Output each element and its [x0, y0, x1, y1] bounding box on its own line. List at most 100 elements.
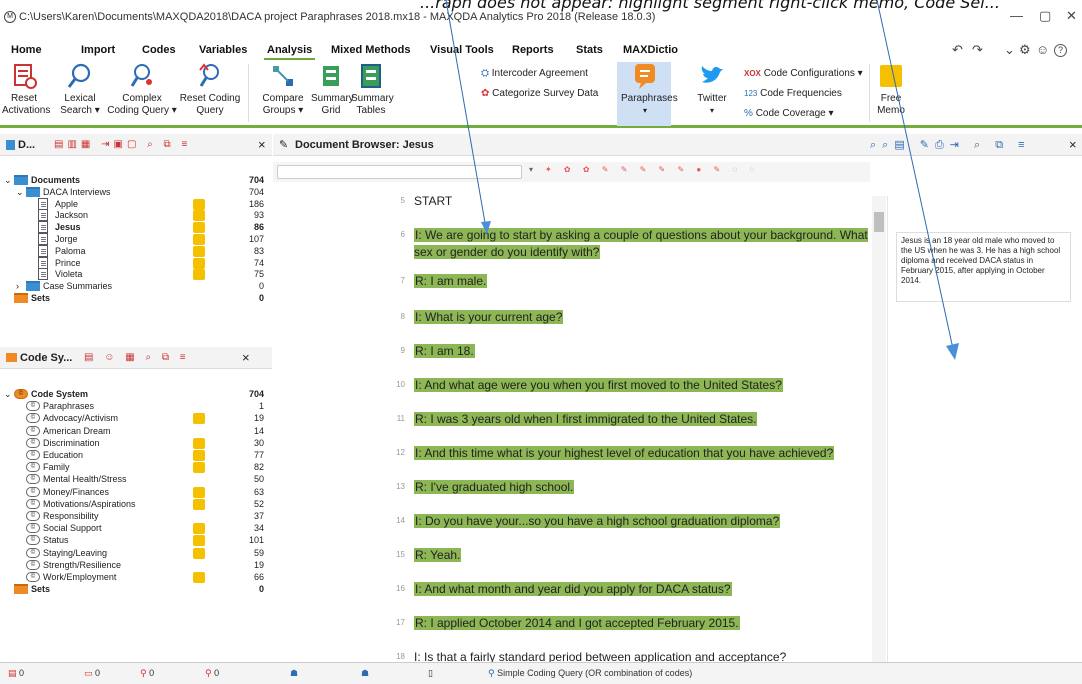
code-row[interactable]: © Advocacy/Activism 19: [0, 412, 272, 425]
paragraph-row[interactable]: 10 I: And what age were you when you firs…: [273, 374, 870, 408]
summary-grid-button[interactable]: Summary Grid: [311, 62, 354, 117]
highlighted-segment[interactable]: I: Do you have your...so you have a high…: [414, 514, 781, 528]
highlighted-segment[interactable]: R: I applied October 2014 and I got acce…: [414, 616, 740, 630]
highlighted-segment[interactable]: I: What is your current age?: [414, 310, 564, 324]
close-icon[interactable]: ×: [1069, 137, 1077, 152]
intercoder-agreement-button[interactable]: ⛭ Intercoder Agreement: [481, 68, 588, 79]
highlighted-segment[interactable]: R: I am male.: [414, 274, 488, 288]
compare-groups-button[interactable]: Compare Groups ▾: [255, 62, 311, 117]
close-icon[interactable]: ×: [242, 350, 250, 365]
summary-tables-button[interactable]: Summary Tables: [351, 62, 394, 117]
highlighted-segment[interactable]: R: I was 3 years old when I first immigr…: [414, 412, 758, 426]
paragraph-row[interactable]: 16 I: And what month and year did you app…: [273, 578, 870, 612]
twitter-button[interactable]: Twitter ▾: [691, 62, 733, 117]
paragraph-row[interactable]: 9 R: I am 18.: [273, 340, 870, 374]
redo-icon[interactable]: ↷: [972, 42, 983, 58]
menu-visual-tools[interactable]: Visual Tools: [430, 44, 494, 56]
document-text-area[interactable]: 5 START 6 I: We are going to start by askin…: [273, 190, 870, 664]
code-row[interactable]: © Work/Employment 66: [0, 571, 272, 584]
paragraph-row[interactable]: 8 I: What is your current age?: [273, 306, 870, 340]
highlighted-segment[interactable]: I: And what age were you when you first …: [414, 378, 783, 392]
code-row[interactable]: © Paraphrases 1: [0, 400, 272, 413]
menu-stats[interactable]: Stats: [576, 44, 603, 56]
paraphrases-button[interactable]: Paraphrases ▾: [621, 62, 678, 117]
code-dropdown[interactable]: [277, 165, 522, 179]
lexical-search-button[interactable]: Lexical Search ▾: [58, 62, 102, 117]
reset-activations-button[interactable]: Reset Activations: [2, 62, 50, 117]
menu-reports[interactable]: Reports: [512, 44, 554, 56]
code-row[interactable]: © Discrimination 30: [0, 437, 272, 450]
code-row[interactable]: © Strength/Resilience 19: [0, 559, 272, 572]
expand-chevron-icon[interactable]: ⌄: [4, 389, 12, 400]
panel-toolbar-icons[interactable]: ▤▥▦ ⇥▣▢ ⌕ ⧉ ≡: [54, 139, 191, 150]
color-tag: [193, 450, 205, 461]
panel-toolbar-icons[interactable]: ▤ ☺ ▦ ⌕ ⧉ ≡: [84, 352, 190, 363]
code-row[interactable]: © Money/Finances 63: [0, 486, 272, 499]
menu-variables[interactable]: Variables: [199, 44, 247, 56]
menu-home[interactable]: Home: [11, 44, 42, 56]
browser-toolbar-icons[interactable]: ⌕⌕▤ ✎⎙⇥ ⌕ ⧉ ≡: [870, 138, 1031, 152]
menu-analysis[interactable]: Analysis: [263, 44, 316, 60]
code-row[interactable]: © Mental Health/Stress 50: [0, 473, 272, 486]
undo-icon[interactable]: ↶: [952, 42, 963, 58]
code-frequencies-button[interactable]: 123 Code Frequencies: [744, 88, 842, 99]
paragraph-row[interactable]: 15 R: Yeah.: [273, 544, 870, 578]
highlighted-segment[interactable]: R: I am 18.: [414, 344, 475, 358]
code-row[interactable]: © American Dream 14: [0, 425, 272, 438]
paragraph-row[interactable]: 14 I: Do you have your...so you have a hi…: [273, 510, 870, 544]
code-row[interactable]: ⌄ © Code System 704: [0, 388, 272, 401]
minimize-button[interactable]: —: [1010, 8, 1023, 23]
paragraph-row[interactable]: 12 I: And this time what is your highest …: [273, 442, 870, 476]
code-row[interactable]: © Staying/Leaving 59: [0, 547, 272, 560]
close-button[interactable]: ✕: [1066, 8, 1077, 24]
paragraph-row[interactable]: 6 I: We are going to start by asking a co…: [273, 224, 870, 259]
code-row[interactable]: © Status 101: [0, 534, 272, 547]
highlighted-segment[interactable]: I: We are going to start by asking a cou…: [414, 228, 868, 259]
categorize-survey-data-button[interactable]: ✿ Categorize Survey Data: [481, 88, 598, 99]
expand-chevron-icon[interactable]: ›: [16, 281, 19, 291]
chevron-down-icon[interactable]: ⌄: [1004, 42, 1015, 58]
highlighted-segment[interactable]: R: I've graduated high school.: [414, 480, 575, 494]
highlight-color-icons[interactable]: ✦ ✿ ✿ ✎ ✎ ✎ ✎ ✎ ● ✎ ◌ ◌: [545, 165, 759, 174]
expand-chevron-icon[interactable]: ⌄: [4, 175, 12, 186]
close-icon[interactable]: ×: [258, 137, 266, 152]
paragraph-row[interactable]: 11 R: I was 3 years old when I first immi…: [273, 408, 870, 442]
menu-import[interactable]: Import: [81, 44, 115, 56]
smile-icon[interactable]: ☺: [1036, 42, 1049, 57]
gear-icon[interactable]: ⚙: [1019, 42, 1031, 58]
highlighted-segment[interactable]: I: And this time what is your highest le…: [414, 446, 835, 460]
code-row[interactable]: © Social Support 34: [0, 522, 272, 535]
code-row[interactable]: Sets 0: [0, 583, 272, 596]
color-tag: [193, 222, 205, 234]
help-icon[interactable]: ?: [1054, 44, 1067, 57]
paragraph-row[interactable]: 7 R: I am male.: [273, 270, 870, 304]
complex-coding-query-button[interactable]: Complex Coding Query ▾: [106, 62, 178, 117]
free-memo-button[interactable]: Free Memo: [873, 62, 909, 117]
highlighted-segment[interactable]: R: Yeah.: [414, 548, 462, 562]
plain-segment[interactable]: START: [414, 194, 452, 208]
document-scrollbar[interactable]: [872, 196, 886, 662]
paragraph-row[interactable]: 17 R: I applied October 2014 and I got ac…: [273, 612, 870, 646]
paragraph-row[interactable]: 13 R: I've graduated high school.: [273, 476, 870, 510]
scroll-thumb[interactable]: [874, 212, 884, 232]
paraphrase-memo[interactable]: Jesus is an 18 year old male who moved t…: [896, 232, 1071, 302]
paragraph-row[interactable]: 5 START: [273, 190, 870, 224]
code-row[interactable]: © Education 77: [0, 449, 272, 462]
code-configurations-button[interactable]: XOX Code Configurations ▾: [744, 68, 863, 79]
code-row[interactable]: © Motivations/Aspirations 52: [0, 498, 272, 511]
paragraph-text: R: I was 3 years old when I first immigr…: [414, 411, 758, 428]
code-coverage-button[interactable]: % Code Coverage ▾: [744, 108, 834, 119]
code-row[interactable]: © Family 82: [0, 461, 272, 474]
chevron-down-icon[interactable]: ▾: [529, 165, 533, 174]
highlighted-segment[interactable]: I: And what month and year did you apply…: [414, 582, 732, 596]
lexical-search-label: Lexical Search ▾: [60, 93, 100, 116]
document-row[interactable]: Sets 0: [0, 292, 272, 305]
code-row[interactable]: © Responsibility 37: [0, 510, 272, 523]
menu-mixed-methods[interactable]: Mixed Methods: [331, 44, 410, 56]
reset-coding-query-button[interactable]: Reset Coding Query: [178, 62, 242, 117]
menu-codes[interactable]: Codes: [142, 44, 176, 56]
expand-chevron-icon[interactable]: ⌄: [16, 187, 24, 198]
code-label: Status: [43, 535, 69, 546]
maximize-button[interactable]: ▢: [1039, 8, 1051, 24]
menu-maxdictio[interactable]: MAXDictio: [623, 44, 678, 56]
